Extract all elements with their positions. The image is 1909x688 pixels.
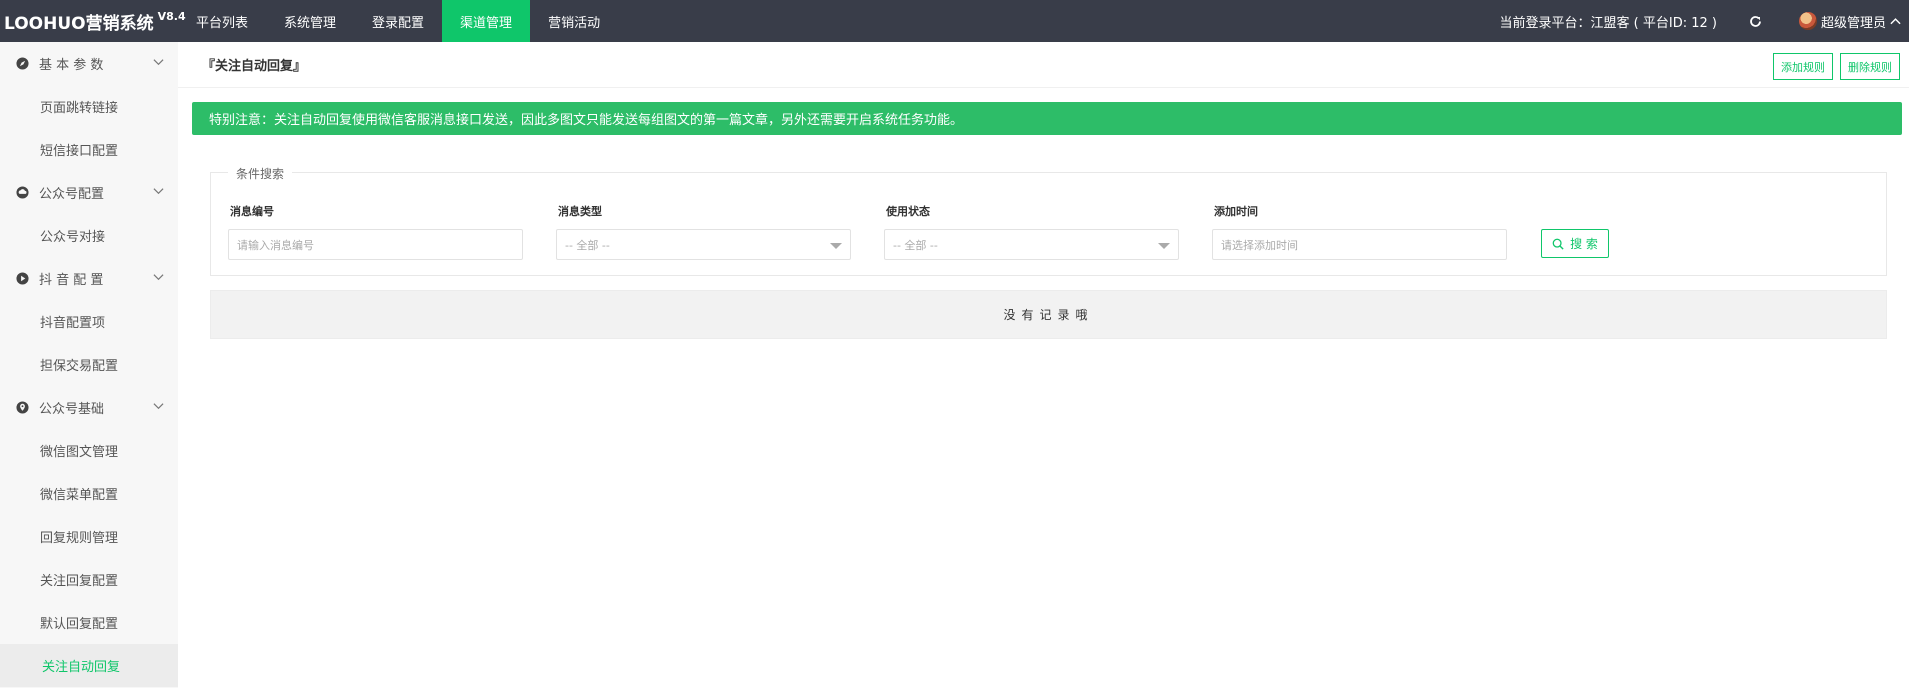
search-icon [1552, 238, 1564, 250]
compass-icon [16, 57, 29, 70]
sidebar-item-sms-interface[interactable]: 短信接口配置 [0, 128, 178, 171]
empty-text: 没有记录哦 [1003, 308, 1094, 322]
brand-logo[interactable]: LOOHUO营销系统 V8.4 [0, 0, 186, 42]
sidebar-group-douyin-config[interactable]: 抖 音 配 置 [0, 257, 178, 300]
message-id-input[interactable]: 请输入消息编号 [228, 229, 523, 260]
sidebar-item-follow-reply[interactable]: 关注回复配置 [0, 558, 178, 601]
field-message-id: 消息编号 请输入消息编号 [228, 203, 523, 260]
caret-down-icon [1158, 243, 1170, 249]
sidebar-item-page-redirect[interactable]: 页面跳转链接 [0, 85, 178, 128]
chevron-down-icon [153, 274, 164, 281]
sidebar-group-label: 公众号基础 [39, 402, 105, 417]
platform-info: 当前登录平台：江盟客 ( 平台ID: 12 ) [1499, 15, 1717, 31]
usage-status-select[interactable]: -- 全部 -- [884, 229, 1179, 260]
delete-rule-button[interactable]: 删除规则 [1840, 53, 1900, 80]
sidebar-item-label: 微信图文管理 [40, 445, 119, 460]
user-menu[interactable]: 超级管理员 [1771, 0, 1909, 42]
avatar [1798, 12, 1817, 30]
refresh-icon [1750, 15, 1762, 27]
sidebar-item-douyin-items[interactable]: 抖音配置项 [0, 300, 178, 343]
input-placeholder: 请选择添加时间 [1221, 238, 1298, 252]
sidebar-item-wechat-menu[interactable]: 微信菜单配置 [0, 472, 178, 515]
play-circle-icon [16, 272, 29, 285]
sidebar-group-account-basics[interactable]: 公众号基础 [0, 386, 178, 429]
refresh-button[interactable] [1741, 0, 1771, 42]
sidebar-item-label: 公众号对接 [40, 230, 106, 245]
sidebar-group-label: 基 本 参 数 [39, 58, 104, 73]
cloud-icon [16, 186, 29, 199]
chevron-down-icon [153, 59, 164, 66]
field-label: 添加时间 [1214, 205, 1258, 218]
nav-item-label: 渠道管理 [460, 15, 513, 31]
sidebar-group-basic-params[interactable]: 基 本 参 数 [0, 42, 178, 85]
message-type-select[interactable]: -- 全部 -- [556, 229, 851, 260]
sidebar-item-label: 担保交易配置 [40, 359, 119, 374]
chevron-down-icon [153, 403, 164, 410]
sidebar-item-label: 关注自动回复 [42, 660, 121, 675]
user-name: 超级管理员 [1820, 15, 1886, 31]
sidebar-item-label: 抖音配置项 [40, 316, 106, 331]
nav-item-label: 登录配置 [372, 15, 425, 31]
sidebar-item-reply-rules[interactable]: 回复规则管理 [0, 515, 178, 558]
field-label: 消息类型 [558, 205, 602, 218]
sidebar: 基 本 参 数 页面跳转链接 短信接口配置 公众号配置 公众号对接 抖 音 配 … [0, 42, 178, 688]
select-value: -- 全部 -- [893, 238, 938, 252]
sidebar-item-guarantee-trade[interactable]: 担保交易配置 [0, 343, 178, 386]
page-header: 『关注自动回复』 [178, 42, 1909, 88]
header-actions: 添加规则 删除规则 [1773, 53, 1900, 80]
field-label: 消息编号 [230, 205, 274, 218]
sidebar-item-default-reply[interactable]: 默认回复配置 [0, 601, 178, 644]
main-content: 『关注自动回复』 添加规则 删除规则 特别注意：关注自动回复使用微信客服消息接口… [178, 42, 1909, 688]
notice-banner: 特别注意：关注自动回复使用微信客服消息接口发送，因此多图文只能发送每组图文的第一… [192, 102, 1902, 135]
chevron-up-icon [1890, 18, 1901, 25]
sidebar-item-label: 页面跳转链接 [40, 101, 119, 116]
search-legend: 条件搜索 [228, 165, 293, 182]
field-message-type: 消息类型 -- 全部 -- [556, 203, 851, 260]
select-value: -- 全部 -- [565, 238, 610, 252]
sidebar-group-label: 抖 音 配 置 [39, 273, 104, 288]
brand-name: LOOHUO营销系统 [4, 13, 154, 34]
add-time-input[interactable]: 请选择添加时间 [1212, 229, 1507, 260]
page-title: 『关注自动回复』 [202, 59, 307, 74]
caret-down-icon [830, 243, 842, 249]
add-rule-button[interactable]: 添加规则 [1773, 53, 1833, 80]
sidebar-item-label: 关注回复配置 [40, 574, 119, 589]
nav-item-label: 营销活动 [548, 15, 601, 31]
nav-item-platform-list[interactable]: 平台列表 [178, 0, 266, 42]
notice-text: 特别注意：关注自动回复使用微信客服消息接口发送，因此多图文只能发送每组图文的第一… [209, 113, 964, 128]
search-panel: 条件搜索 消息编号 请输入消息编号 消息类型 -- 全部 -- 使用状态 -- … [210, 165, 1887, 276]
top-bar: LOOHUO营销系统 V8.4 平台列表 系统管理 登录配置 渠道管理 营销活动 … [0, 0, 1909, 42]
chevron-down-icon [153, 188, 164, 195]
location-icon [16, 401, 29, 414]
sidebar-item-label: 微信菜单配置 [40, 488, 119, 503]
nav-item-marketing-activities[interactable]: 营销活动 [530, 0, 618, 42]
sidebar-item-account-integration[interactable]: 公众号对接 [0, 214, 178, 257]
search-button[interactable]: 搜 索 [1541, 229, 1609, 258]
sidebar-item-wechat-articles[interactable]: 微信图文管理 [0, 429, 178, 472]
field-add-time: 添加时间 请选择添加时间 [1212, 203, 1507, 260]
field-usage-status: 使用状态 -- 全部 -- [884, 203, 1179, 260]
search-button-label: 搜 索 [1570, 237, 1598, 251]
empty-table-message: 没有记录哦 [210, 290, 1887, 339]
sidebar-group-official-account[interactable]: 公众号配置 [0, 171, 178, 214]
sidebar-item-label: 默认回复配置 [40, 617, 119, 632]
sidebar-item-label: 回复规则管理 [40, 531, 119, 546]
sidebar-item-follow-auto-reply[interactable]: 关注自动回复 [0, 644, 178, 687]
nav-item-login-config[interactable]: 登录配置 [354, 0, 442, 42]
sidebar-item-label: 短信接口配置 [40, 144, 119, 159]
top-nav: 平台列表 系统管理 登录配置 渠道管理 营销活动 [178, 0, 618, 42]
nav-item-channel-management[interactable]: 渠道管理 [442, 0, 531, 42]
nav-item-label: 系统管理 [284, 15, 337, 31]
brand-version: V8.4 [157, 9, 186, 23]
field-label: 使用状态 [886, 205, 930, 218]
top-right: 当前登录平台：江盟客 ( 平台ID: 12 ) 超级管理员 [1500, 0, 1909, 42]
sidebar-group-label: 公众号配置 [39, 187, 105, 202]
nav-item-label: 平台列表 [196, 15, 249, 31]
nav-item-system-management[interactable]: 系统管理 [266, 0, 354, 42]
input-placeholder: 请输入消息编号 [237, 238, 314, 252]
